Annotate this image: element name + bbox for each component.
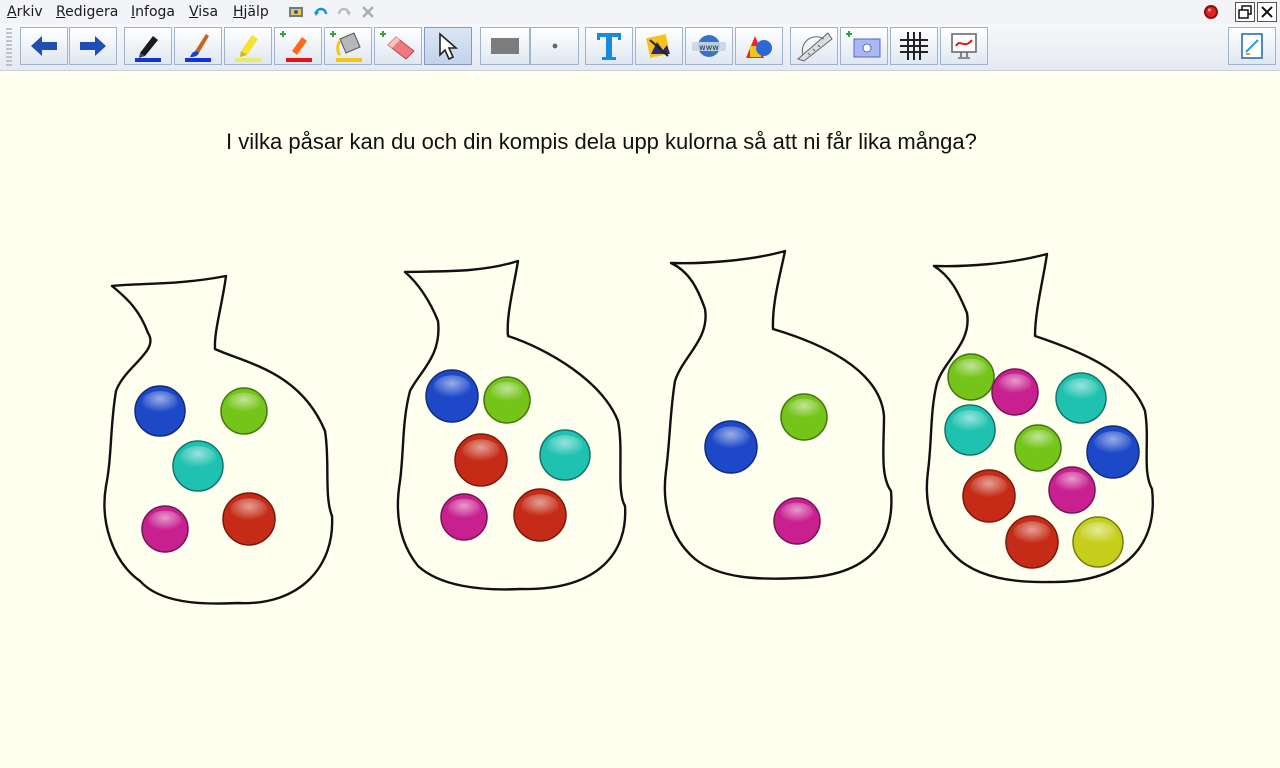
back-arrow-icon (31, 36, 57, 56)
bag-2-outline (396, 259, 627, 591)
delete-icon[interactable] (359, 4, 377, 20)
text-icon (597, 33, 621, 60)
svg-text:www: www (699, 43, 719, 52)
fill-bucket-icon (330, 31, 362, 62)
eraser-icon (380, 31, 415, 60)
insert-web-button[interactable]: www (685, 27, 733, 65)
grid-button[interactable] (890, 27, 938, 65)
marbles-layer (134, 353, 1140, 569)
add-pen-button[interactable] (274, 27, 322, 65)
insert-shape-button[interactable] (735, 27, 783, 65)
bag-2-marble-magenta[interactable] (440, 493, 488, 541)
protractor-button[interactable] (790, 27, 838, 65)
bag-4-marble-green[interactable] (947, 353, 995, 401)
undo-icon[interactable] (312, 4, 330, 20)
side-panel-button[interactable] (1228, 27, 1276, 65)
eraser-button[interactable] (374, 27, 422, 65)
select-pointer-icon (439, 32, 459, 61)
select-button[interactable] (424, 27, 472, 65)
bag-4-marble-yellow[interactable] (1072, 516, 1124, 568)
bag-4-marble-red[interactable] (1005, 515, 1059, 569)
screen-capture-icon (846, 31, 881, 58)
bag-3-marble-blue[interactable] (704, 420, 758, 474)
record-icon[interactable] (1202, 4, 1220, 20)
redo-icon[interactable] (335, 4, 353, 20)
menu-bar: Arkiv Redigera Infoga Visa Hjälp (0, 0, 1280, 24)
whiteboard-canvas[interactable]: I vilka påsar kan du och din kompis dela… (0, 71, 1280, 768)
image-icon (646, 34, 670, 58)
highlighter-button[interactable] (224, 27, 272, 65)
bag-1-marble-magenta[interactable] (141, 505, 189, 553)
bag-2-marble-green[interactable] (483, 376, 531, 424)
bag-2-marble-red[interactable] (513, 488, 567, 542)
highlighter-icon (235, 35, 261, 62)
bag-4-marble-cyan[interactable] (944, 404, 996, 456)
bags-drawing (103, 249, 1154, 605)
forward-button[interactable] (69, 27, 117, 65)
marker-pen-button[interactable] (124, 27, 172, 65)
restore-window-icon[interactable] (1235, 2, 1255, 22)
bag-4-marble-green[interactable] (1014, 424, 1062, 472)
protractor-icon (797, 32, 833, 62)
menu-arkiv[interactable]: Arkiv (7, 4, 43, 20)
bag-3-marble-magenta[interactable] (773, 497, 821, 545)
add-screen-capture-button[interactable] (840, 27, 888, 65)
bag-2-marble-blue[interactable] (425, 369, 479, 423)
shapes-icon (746, 36, 772, 58)
bag-1-outline (103, 274, 334, 605)
bag-4-marble-blue[interactable] (1086, 425, 1140, 479)
web-icon: www (692, 35, 726, 57)
bag-4-marble-magenta[interactable] (991, 368, 1039, 416)
menu-visa[interactable]: Visa (189, 4, 218, 20)
point-size-button[interactable] (530, 27, 579, 65)
marker-pen-icon (135, 36, 161, 62)
side-panel-icon (1241, 33, 1263, 59)
bag-1-marble-cyan[interactable] (172, 440, 224, 492)
point-size-icon (552, 43, 557, 49)
screen-shade-icon (951, 33, 977, 59)
bag-2-marble-red[interactable] (454, 433, 508, 487)
bag-3-marble-green[interactable] (780, 393, 828, 441)
bag-1-marble-green[interactable] (220, 387, 268, 435)
rectangle-color-icon (491, 38, 519, 54)
insert-text-button[interactable] (585, 27, 633, 65)
brush-icon (185, 34, 211, 62)
menu-redigera[interactable]: Redigera (56, 4, 118, 20)
screen-shade-button[interactable] (940, 27, 988, 65)
brush-button[interactable] (174, 27, 222, 65)
grid-icon (900, 32, 928, 60)
screenshot-icon[interactable] (287, 4, 305, 20)
menu-hjalp[interactable]: Hjälp (233, 4, 269, 20)
bag-4-marble-cyan[interactable] (1055, 372, 1107, 424)
bag-4-marble-red[interactable] (962, 469, 1016, 523)
toolbar: www (0, 24, 1280, 71)
bag-1-marble-blue[interactable] (134, 385, 186, 437)
menu-infoga[interactable]: Infoga (131, 4, 175, 20)
bag-4-marble-magenta[interactable] (1048, 466, 1096, 514)
toolbar-grip[interactable] (6, 28, 12, 66)
close-window-icon[interactable] (1257, 2, 1277, 22)
color-swatch-button[interactable] (480, 27, 530, 65)
back-button[interactable] (20, 27, 68, 65)
bag-2-marble-cyan[interactable] (539, 429, 591, 481)
bag-1-marble-red[interactable] (222, 492, 276, 546)
insert-image-button[interactable] (635, 27, 683, 65)
forward-arrow-icon (80, 36, 106, 56)
add-pen-icon (280, 31, 312, 62)
fill-button[interactable] (324, 27, 372, 65)
